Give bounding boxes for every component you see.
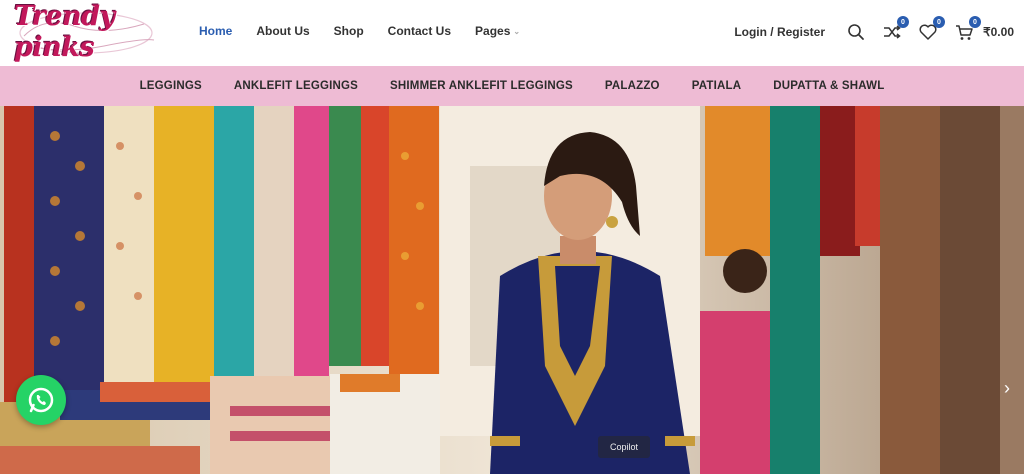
hero-banner-image: › [0, 106, 1024, 474]
category-bar: LEGGINGS ANKLEFIT LEGGINGS SHIMMER ANKLE… [0, 66, 1024, 106]
slider-next-arrow-icon[interactable]: › [1004, 378, 1010, 399]
nav-pages[interactable]: Pages ⌄ [475, 24, 520, 38]
nav-pages-label: Pages [475, 24, 511, 38]
cart-total[interactable]: ₹0.00 [983, 25, 1014, 39]
compare-count-badge: 0 [897, 16, 909, 28]
main-nav: Home About Us Shop Contact Us Pages ⌄ [199, 24, 544, 38]
nav-contact-us[interactable]: Contact Us [388, 24, 451, 38]
category-patiala[interactable]: PATIALA [692, 80, 742, 92]
category-shimmer-anklefit-leggings[interactable]: SHIMMER ANKLEFIT LEGGINGS [390, 80, 573, 92]
nav-home-label: Home [199, 24, 233, 38]
wishlist-count-badge: 0 [933, 16, 945, 28]
category-leggings[interactable]: LEGGINGS [140, 80, 202, 92]
category-dupatta-shawl[interactable]: DUPATTA & SHAWL [773, 80, 884, 92]
nav-shop[interactable]: Shop [334, 24, 364, 38]
site-header: Trendy pinks Home About Us Shop Contact … [0, 0, 1024, 66]
nav-shop-label: Shop [333, 24, 364, 38]
logo-text: Trendy pinks [14, 1, 115, 63]
cart-count-badge: 0 [969, 16, 981, 28]
heart-icon[interactable]: 0 [917, 16, 945, 43]
header-actions: Login / Register 0 0 0 ₹0.00 [734, 16, 1014, 46]
nav-about-label: About Us [256, 24, 310, 38]
cart-icon[interactable]: 0 [953, 16, 981, 43]
whatsapp-icon[interactable] [16, 375, 66, 425]
compare-icon[interactable]: 0 [881, 16, 909, 43]
nav-about-us[interactable]: About Us [256, 24, 309, 38]
nav-home[interactable]: Home [199, 24, 232, 38]
category-palazzo[interactable]: PALAZZO [605, 80, 660, 92]
hero-illustration [0, 106, 1024, 474]
watermark-label: Copilot [598, 436, 650, 458]
chevron-down-icon: ⌄ [513, 26, 521, 36]
login-register-link[interactable]: Login / Register [734, 25, 825, 39]
search-icon[interactable] [845, 21, 867, 43]
nav-contact-label: Contact Us [387, 24, 452, 38]
category-anklefit-leggings[interactable]: ANKLEFIT LEGGINGS [234, 80, 358, 92]
logo[interactable]: Trendy pinks [14, 1, 159, 63]
